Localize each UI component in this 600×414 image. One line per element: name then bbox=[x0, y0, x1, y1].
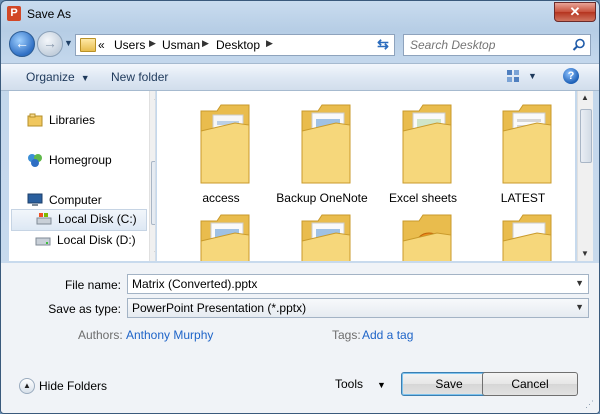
resize-grip-icon[interactable]: ⋰ bbox=[585, 399, 594, 410]
search-box[interactable] bbox=[403, 34, 591, 56]
folder-icon bbox=[200, 214, 250, 261]
scrollbar-thumb[interactable] bbox=[151, 161, 155, 225]
folder-item[interactable]: Backup OneNote bbox=[274, 95, 370, 205]
folder-icon bbox=[502, 104, 552, 184]
search-icon[interactable] bbox=[572, 38, 586, 52]
file-list-scrollbar[interactable]: ▲ ▼ bbox=[577, 91, 593, 261]
nav-item-label: Computer bbox=[49, 193, 102, 207]
folder-item[interactable] bbox=[274, 205, 370, 261]
folder-icon bbox=[200, 104, 250, 184]
nav-item-local-disk-d[interactable]: Local Disk (D:) bbox=[35, 231, 145, 251]
save-as-type-label: Save as type: bbox=[48, 302, 121, 316]
refresh-button[interactable]: ⇆ bbox=[373, 35, 393, 53]
folder-item[interactable]: access bbox=[173, 95, 269, 205]
navigation-pane[interactable]: Libraries Homegroup Computer Local Disk … bbox=[9, 91, 156, 261]
file-name: Backup OneNote bbox=[276, 191, 368, 205]
close-button[interactable]: ✕ bbox=[554, 2, 596, 22]
nav-item-computer[interactable]: Computer bbox=[27, 191, 137, 211]
nav-item-local-disk-c[interactable]: Local Disk (C:) bbox=[11, 209, 147, 231]
search-input[interactable] bbox=[408, 36, 572, 54]
nav-item-label: Local Disk (C:) bbox=[58, 212, 137, 226]
breadcrumb-separator-icon[interactable]: ▶ bbox=[149, 38, 156, 49]
save-as-type-select[interactable]: PowerPoint Presentation (*.pptx) ▼ bbox=[127, 298, 589, 318]
folder-item[interactable]: LATEST bbox=[475, 95, 571, 205]
address-bar[interactable]: « Users ▶ Usman ▶ Desktop ▶ ▼ bbox=[75, 34, 444, 56]
views-dropdown-icon[interactable]: ▼ bbox=[528, 71, 537, 81]
folder-icon bbox=[402, 214, 452, 261]
forward-button[interactable]: → bbox=[37, 31, 63, 57]
nav-item-libraries[interactable]: Libraries bbox=[27, 111, 137, 131]
folder-item[interactable] bbox=[475, 205, 571, 261]
chevron-down-icon: ▼ bbox=[80, 73, 90, 83]
folder-item[interactable] bbox=[173, 205, 269, 261]
help-icon[interactable]: ? bbox=[563, 68, 579, 84]
local-disk-c-icon bbox=[36, 213, 52, 225]
folder-icon bbox=[301, 104, 351, 184]
chevron-down-icon[interactable]: ▼ bbox=[575, 302, 584, 312]
nav-item-label: Homegroup bbox=[49, 153, 112, 167]
breadcrumb-separator-icon[interactable]: ▶ bbox=[202, 38, 209, 49]
folder-icon bbox=[301, 214, 351, 261]
folder-item[interactable]: Excel sheets bbox=[375, 95, 471, 205]
nav-pane-scrollbar[interactable]: ▲ ▼ bbox=[149, 91, 155, 261]
organize-label: Organize bbox=[26, 70, 75, 84]
tools-label: Tools bbox=[335, 377, 364, 391]
change-view-icon[interactable] bbox=[506, 69, 520, 83]
file-name: access bbox=[202, 191, 240, 205]
scroll-down-arrow-icon[interactable]: ▼ bbox=[581, 249, 589, 258]
folder-item[interactable] bbox=[375, 205, 471, 261]
organize-menu[interactable]: Organize ▼ bbox=[26, 70, 90, 84]
file-name-value: Matrix (Converted).pptx bbox=[132, 277, 258, 291]
chevron-up-icon: ▲ bbox=[19, 378, 35, 394]
tags-label: Tags: bbox=[332, 328, 361, 342]
homegroup-icon bbox=[28, 154, 42, 167]
breadcrumb-overflow[interactable]: « bbox=[98, 38, 105, 52]
scroll-up-arrow-icon[interactable]: ▲ bbox=[581, 93, 589, 102]
save-as-type-value: PowerPoint Presentation (*.pptx) bbox=[132, 301, 307, 315]
breadcrumb-desktop[interactable]: Desktop bbox=[216, 38, 260, 52]
folder-location-icon bbox=[80, 38, 96, 52]
scrollbar-thumb[interactable] bbox=[580, 109, 592, 163]
breadcrumb-separator-icon[interactable]: ▶ bbox=[266, 38, 273, 49]
authors-label: Authors: bbox=[78, 328, 123, 342]
folder-icon bbox=[502, 214, 552, 261]
computer-icon bbox=[27, 193, 43, 206]
add-tag-link[interactable]: Add a tag bbox=[362, 328, 413, 342]
file-name-field[interactable]: Matrix (Converted).pptx ▼ bbox=[127, 274, 589, 294]
cancel-button[interactable]: Cancel bbox=[482, 372, 578, 396]
nav-item-label: Libraries bbox=[49, 113, 96, 127]
window-title: Save As bbox=[27, 7, 72, 21]
authors-link[interactable]: Anthony Murphy bbox=[126, 328, 213, 342]
recent-locations-dropdown[interactable]: ▼ bbox=[64, 39, 73, 48]
nav-item-homegroup[interactable]: Homegroup bbox=[27, 151, 137, 171]
hide-folders-label: Hide Folders bbox=[39, 379, 108, 393]
tools-menu[interactable]: Tools ▼ bbox=[335, 377, 386, 391]
file-name: Excel sheets bbox=[388, 191, 458, 205]
new-folder-button[interactable]: New folder bbox=[111, 70, 168, 84]
chevron-down-icon: ▼ bbox=[377, 380, 386, 390]
libraries-icon bbox=[27, 113, 43, 127]
scroll-down-arrow-icon[interactable]: ▼ bbox=[153, 249, 155, 258]
file-name-label: File name: bbox=[64, 278, 121, 292]
folder-icon bbox=[402, 104, 452, 184]
scroll-up-arrow-icon[interactable]: ▲ bbox=[153, 93, 155, 102]
command-bar: Organize ▼ New folder ▼ ? bbox=[1, 63, 599, 91]
powerpoint-app-icon: P bbox=[7, 6, 21, 21]
back-button[interactable]: ← bbox=[9, 31, 35, 57]
file-list[interactable]: access Backup OneNote Excel sheets LATES… bbox=[157, 91, 575, 261]
navigation-bar: ← → ▼ « Users ▶ Usman ▶ Desktop ▶ ▼ ⇆ bbox=[1, 29, 599, 61]
chevron-down-icon[interactable]: ▼ bbox=[575, 278, 584, 288]
breadcrumb-users[interactable]: Users bbox=[114, 38, 145, 52]
title-bar[interactable]: P Save As ✕ bbox=[1, 1, 599, 27]
save-as-dialog: P Save As ✕ ← → ▼ « Users ▶ Usman ▶ Desk… bbox=[0, 0, 600, 414]
nav-item-label: Local Disk (D:) bbox=[57, 233, 136, 247]
local-disk-d-icon bbox=[35, 237, 51, 246]
file-name: LATEST bbox=[500, 191, 546, 205]
breadcrumb-usman[interactable]: Usman bbox=[162, 38, 200, 52]
